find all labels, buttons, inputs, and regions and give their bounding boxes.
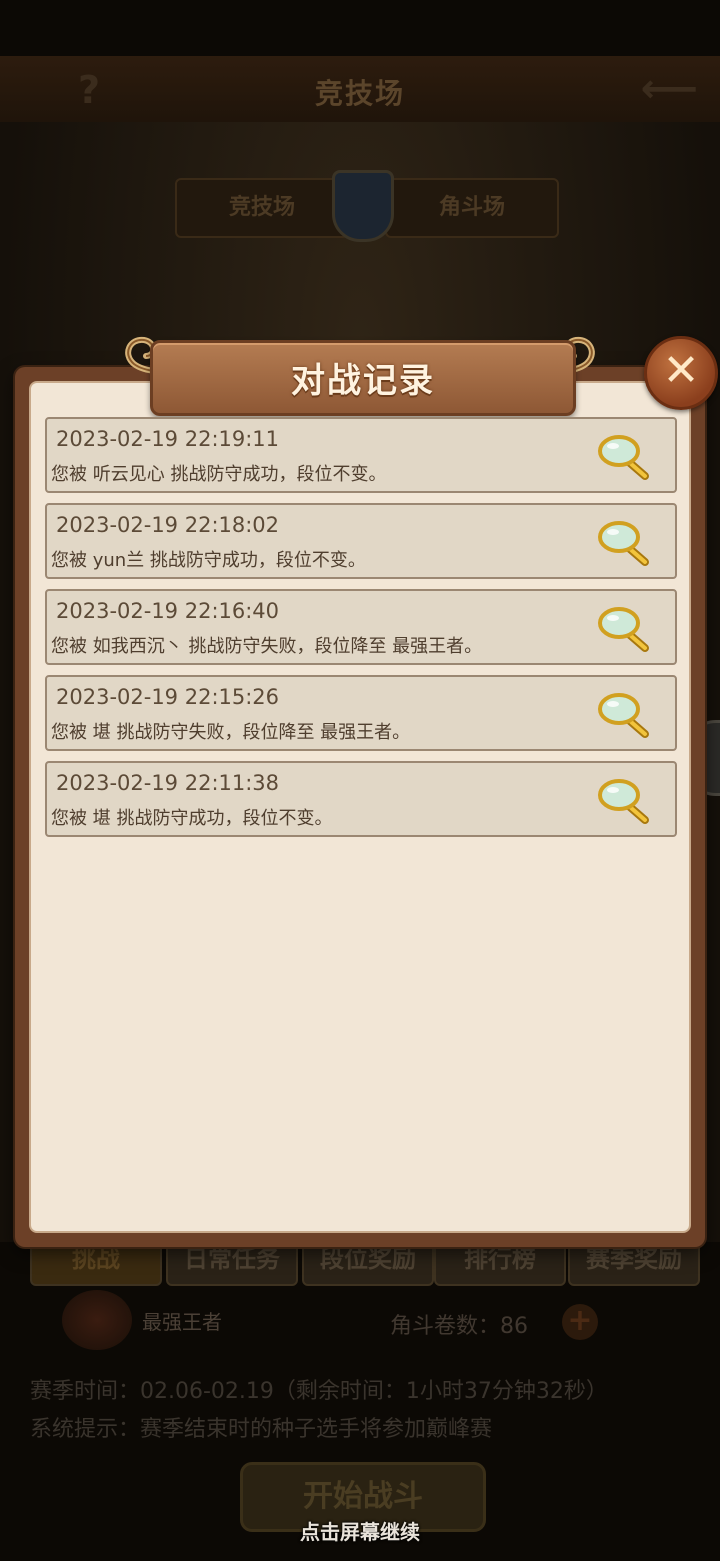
- record-message: 您被 听云见心 挑战防守成功，段位不变。: [51, 464, 387, 485]
- tab-arena[interactable]: 竞技场: [175, 178, 349, 238]
- record-time: 2023-02-19 22:19:11: [56, 427, 280, 451]
- add-token-button[interactable]: +: [562, 1304, 598, 1340]
- record-message: 您被 如我西沉丶 挑战防守失败，段位降至 最强王者。: [51, 636, 483, 657]
- dialog-title-banner: 对战记录: [150, 340, 576, 416]
- record-row: 2023-02-19 22:19:11 您被 听云见心 挑战防守成功，段位不变。: [45, 417, 677, 493]
- record-message: 您被 堪 挑战防守失败，段位降至 最强王者。: [51, 722, 411, 743]
- record-row: 2023-02-19 22:11:38 您被 堪 挑战防守成功，段位不变。: [45, 761, 677, 837]
- record-message: 您被 堪 挑战防守成功，段位不变。: [51, 808, 333, 829]
- tap-to-continue-hint[interactable]: 点击屏幕继续: [0, 1516, 720, 1545]
- token-count: 角斗卷数：86: [390, 1314, 528, 1339]
- magnifier-icon[interactable]: [597, 433, 653, 481]
- season-time: 赛季时间：02.06-02.19（剩余时间：1小时37分钟32秒）: [30, 1379, 608, 1404]
- dialog-title: 对战记录: [291, 361, 435, 401]
- close-x-icon: ✕: [662, 345, 700, 396]
- magnifier-icon[interactable]: [597, 519, 653, 567]
- record-message: 您被 yun兰 挑战防守成功，段位不变。: [51, 550, 366, 571]
- record-list: 2023-02-19 22:19:11 您被 听云见心 挑战防守成功，段位不变。…: [45, 417, 677, 847]
- magnifier-icon[interactable]: [597, 605, 653, 653]
- rank-row: 最强王者 角斗卷数：86 +: [0, 1290, 720, 1354]
- record-row: 2023-02-19 22:15:26 您被 堪 挑战防守失败，段位降至 最强王…: [45, 675, 677, 751]
- rank-name: 最强王者: [142, 1310, 222, 1334]
- record-time: 2023-02-19 22:11:38: [56, 771, 280, 795]
- record-row: 2023-02-19 22:18:02 您被 yun兰 挑战防守成功，段位不变。: [45, 503, 677, 579]
- tab-colosseum[interactable]: 角斗场: [385, 178, 559, 238]
- header-bar: ? 竞技场 ⟵: [0, 56, 720, 124]
- record-row: 2023-02-19 22:16:40 您被 如我西沉丶 挑战防守失败，段位降至…: [45, 589, 677, 665]
- close-button[interactable]: ✕: [644, 336, 718, 410]
- magnifier-icon[interactable]: [597, 691, 653, 739]
- shield-icon: [332, 170, 394, 242]
- record-time: 2023-02-19 22:18:02: [56, 513, 280, 537]
- header-title: 竞技场: [314, 77, 405, 110]
- rank-emblem-icon: [62, 1290, 132, 1350]
- system-tip: 系统提示：赛季结束时的种子选手将参加巅峰赛: [30, 1417, 493, 1442]
- back-arrow-icon[interactable]: ⟵: [641, 66, 698, 112]
- record-time: 2023-02-19 22:15:26: [56, 685, 280, 709]
- magnifier-icon[interactable]: [597, 777, 653, 825]
- record-time: 2023-02-19 22:16:40: [56, 599, 280, 623]
